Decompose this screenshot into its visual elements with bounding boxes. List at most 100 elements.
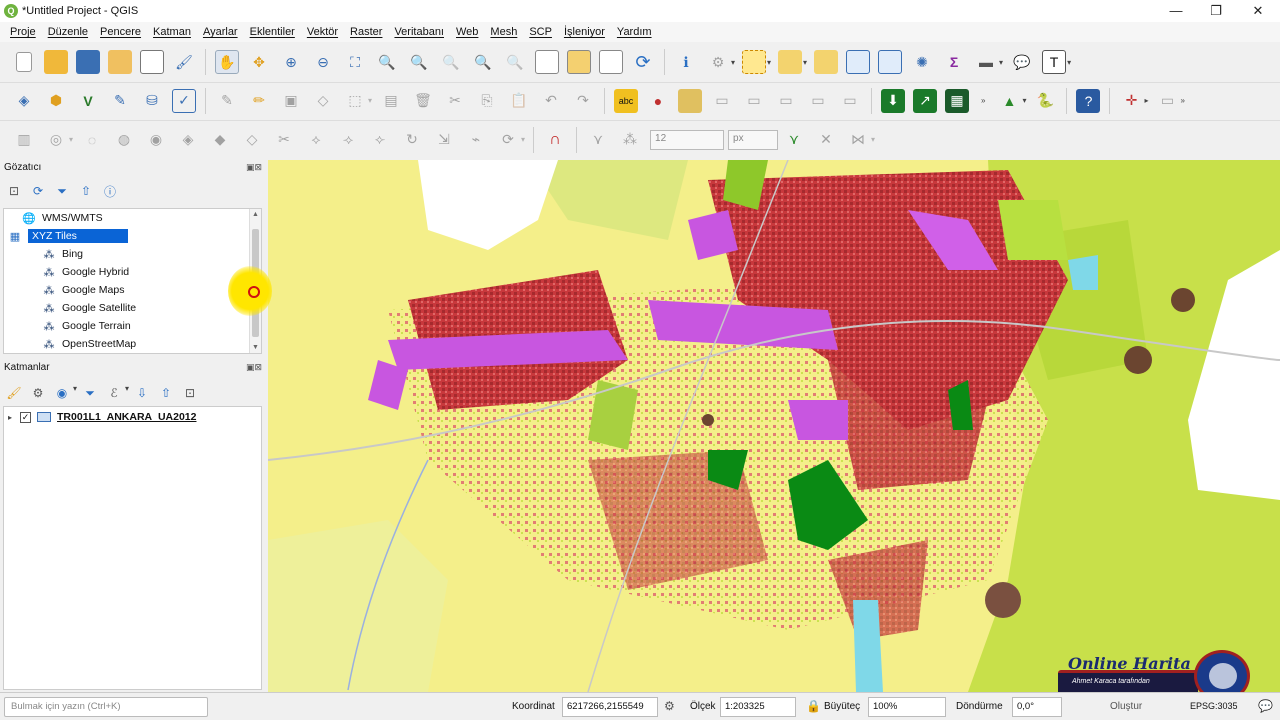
chevron-down-icon[interactable]: ▾ — [1067, 58, 1071, 67]
zoom-in-icon[interactable]: ⊕ — [279, 50, 303, 74]
browser-item[interactable]: ⁂ Google Terrain — [4, 317, 261, 335]
layer-row[interactable]: ▸ ✓ TR001L1_ANKARA_UA2012 — [4, 407, 261, 427]
layer-name[interactable]: TR001L1_ANKARA_UA2012 — [57, 411, 196, 423]
browser-item[interactable]: ⁂ Google Satellite — [4, 299, 261, 317]
toolbar-overflow-icon[interactable]: » — [981, 96, 985, 105]
vertex-tool-icon[interactable]: ⬚ — [343, 89, 367, 113]
style-layer-icon[interactable]: 🖌 — [4, 384, 24, 402]
text-annotation-icon[interactable]: T — [1042, 50, 1067, 74]
rotation-spinbox[interactable]: 0,0° — [1012, 697, 1062, 717]
select-by-value-icon[interactable] — [778, 50, 803, 74]
processing-toolbox-icon[interactable]: ✺ — [910, 50, 934, 74]
split-parts-icon[interactable]: ⟡ — [304, 128, 328, 152]
menu-pencere[interactable]: Pencere — [94, 26, 147, 38]
reshape-icon[interactable]: ◆ — [208, 128, 232, 152]
offset-curve-icon[interactable]: ◇ — [240, 128, 264, 152]
scroll-down-icon[interactable]: ▼ — [252, 344, 259, 351]
add-part-icon[interactable]: ◌ — [80, 128, 104, 152]
chevron-down-icon[interactable]: ▾ — [767, 58, 771, 67]
chevron-down-icon[interactable]: ▾ — [73, 384, 77, 402]
change-label-icon[interactable]: ▭ — [806, 89, 830, 113]
zoom-to-layer-icon[interactable]: 🔍 — [407, 50, 431, 74]
layers-tree[interactable]: ▸ ✓ TR001L1_ANKARA_UA2012 — [3, 406, 262, 690]
scp-classify-icon[interactable]: ↗ — [913, 88, 938, 113]
menu-web[interactable]: Web — [450, 26, 484, 38]
layer-labeling-icon[interactable]: ● — [646, 89, 670, 113]
browser-item[interactable]: ⁂ Bing — [4, 245, 261, 263]
add-checked-layer-icon[interactable]: ✓ — [172, 88, 196, 113]
collapse-all-icon[interactable]: ⇧ — [76, 182, 96, 200]
print-layout-icon[interactable] — [140, 50, 164, 74]
lock-scale-icon[interactable]: 🔒 — [806, 699, 821, 713]
font-size-spinbox[interactable]: 12 — [650, 129, 725, 150]
crs-button[interactable]: EPSG:3035 — [1190, 701, 1238, 711]
browser-item[interactable]: ▦ XYZ Tiles — [4, 227, 261, 245]
crosshair-icon[interactable]: ✛ — [1119, 89, 1143, 113]
paste-features-icon[interactable]: 📋 — [507, 89, 531, 113]
map-canvas[interactable] — [268, 160, 1280, 692]
chevron-down-icon[interactable]: ▾ — [125, 384, 129, 402]
panel-float-close-icon[interactable]: ▣⊠ — [246, 162, 262, 173]
menu-proje[interactable]: Proje — [4, 26, 42, 38]
identify-features-icon[interactable]: ℹ — [674, 50, 698, 74]
select-features-icon[interactable] — [742, 50, 767, 74]
cut-features-icon[interactable]: ✂ — [443, 89, 467, 113]
toolbar-overflow-icon[interactable]: » — [1181, 96, 1185, 105]
georeferencer-icon[interactable]: ▲ — [997, 89, 1021, 113]
add-feature-icon[interactable]: ◇ — [311, 89, 335, 113]
expand-all-icon[interactable]: ⇩ — [132, 384, 152, 402]
panel-float-close-icon[interactable]: ▣⊠ — [246, 362, 262, 373]
properties-icon[interactable]: ⓘ — [100, 182, 120, 200]
modify-attributes-icon[interactable]: ▤ — [379, 89, 403, 113]
move-label-icon[interactable]: ▭ — [742, 89, 766, 113]
redo-icon[interactable]: ↷ — [571, 89, 595, 113]
map-tips-icon[interactable]: 💬 — [1010, 50, 1034, 74]
snapping-options-icon[interactable]: ⋈ — [846, 128, 870, 152]
menu-veritabani[interactable]: Veritabanı — [388, 26, 450, 38]
messages-icon[interactable]: 💬 — [1258, 699, 1273, 713]
menu-isleniyor[interactable]: İşleniyor — [558, 26, 611, 38]
remove-layer-icon[interactable]: ⊡ — [180, 384, 200, 402]
run-action-icon[interactable]: ⚙ — [706, 50, 730, 74]
locator-search-input[interactable]: Bulmak için yazın (Ctrl+K) — [4, 697, 208, 717]
chevron-down-icon[interactable]: ▾ — [368, 96, 372, 105]
filter-expression-icon[interactable]: ℰ — [104, 384, 124, 402]
refresh-icon[interactable]: ⟳ — [631, 50, 655, 74]
save-edits-icon[interactable]: ▣ — [279, 89, 303, 113]
scroll-up-icon[interactable]: ▲ — [252, 211, 259, 218]
add-selected-layers-icon[interactable]: ⊡ — [4, 182, 24, 200]
extents-toggle-icon[interactable]: ⚙ — [664, 699, 675, 713]
simplify-icon[interactable]: ⌁ — [464, 128, 488, 152]
copy-features-icon[interactable]: ⎘ — [475, 89, 499, 113]
fill-ring-icon[interactable]: ◍ — [112, 128, 136, 152]
save-as-icon[interactable] — [108, 50, 132, 74]
expand-arrow-icon[interactable]: ▸ — [8, 413, 12, 422]
toggle-editing-icon[interactable]: ✏ — [247, 89, 271, 113]
digitize-icon[interactable]: ✎ — [108, 89, 132, 113]
menu-vektor[interactable]: Vektör — [301, 26, 344, 38]
collapse-all-icon[interactable]: ⇧ — [156, 384, 176, 402]
snapping-icon[interactable]: ∩ — [543, 128, 567, 152]
field-calculator-icon[interactable] — [878, 50, 903, 74]
add-database-layer-icon[interactable]: ⛁ — [140, 89, 164, 113]
attribute-table-icon[interactable] — [846, 50, 871, 74]
digitize-tool-icon[interactable]: ▥ — [12, 128, 36, 152]
unit-select[interactable]: px — [728, 129, 779, 150]
menu-mesh[interactable]: Mesh — [484, 26, 523, 38]
python-console-icon[interactable]: 🐍 — [1033, 89, 1057, 113]
highlight-labels-icon[interactable]: ▭ — [710, 89, 734, 113]
menu-ayarlar[interactable]: Ayarlar — [197, 26, 244, 38]
zoom-to-selection-icon[interactable]: 🔍 — [375, 50, 399, 74]
chevron-down-icon[interactable]: ▾ — [731, 58, 735, 67]
statistical-summary-icon[interactable]: Σ — [942, 50, 966, 74]
snap-intersection-icon[interactable]: ⋎ — [782, 128, 806, 152]
refresh-icon[interactable]: ⟳ — [28, 182, 48, 200]
undo-icon[interactable]: ↶ — [539, 89, 563, 113]
delete-ring-icon[interactable]: ◉ — [144, 128, 168, 152]
zoom-native-icon[interactable]: 🔍 — [439, 50, 463, 74]
zoom-full-icon[interactable]: ⛶ — [343, 50, 367, 74]
magnifier-spinbox[interactable]: 100% — [868, 697, 946, 717]
scale-select[interactable]: 1:203325 — [720, 697, 796, 717]
chevron-down-icon[interactable]: ▾ — [1022, 96, 1026, 105]
dock-toolbar-icon[interactable]: ▭ — [1156, 89, 1180, 113]
